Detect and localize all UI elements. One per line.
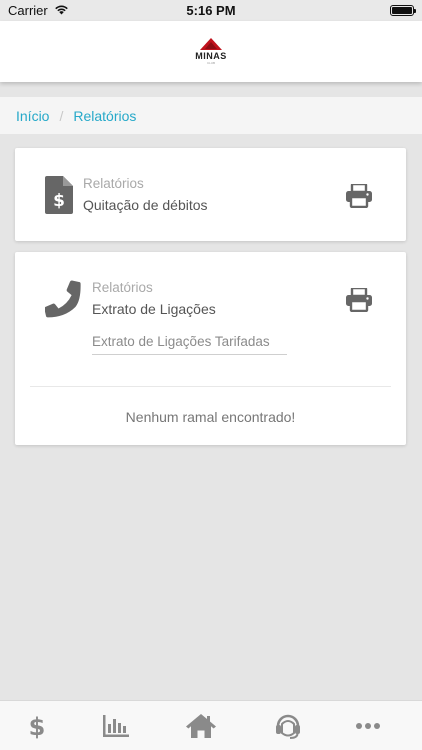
home-icon	[186, 714, 216, 738]
report-card-call-statement: Relatórios Extrato de Ligações Extrato d…	[15, 252, 406, 445]
breadcrumb: Início / Relatórios	[0, 97, 422, 134]
nav-finance[interactable]: $	[7, 701, 67, 750]
card-title: Quitação de débitos	[83, 197, 208, 213]
breadcrumb-separator: /	[59, 107, 64, 124]
nav-reports[interactable]	[86, 701, 146, 750]
svg-text:$: $	[53, 191, 65, 211]
wifi-icon	[54, 3, 69, 18]
printer-icon	[346, 182, 372, 209]
phone-icon	[44, 280, 81, 323]
divider	[30, 386, 391, 387]
logo-text: MINAS	[195, 51, 227, 61]
nav-home[interactable]	[171, 701, 231, 750]
logo-subtext: CLUB	[206, 61, 215, 65]
support-headset-icon	[276, 714, 300, 739]
empty-state-message: Nenhum ramal encontrado!	[125, 409, 296, 425]
invoice-dollar-icon: $	[45, 176, 73, 219]
logo-roof-icon	[200, 38, 222, 50]
bottom-nav: $	[0, 700, 422, 750]
printer-icon	[346, 286, 372, 313]
status-left: Carrier	[8, 3, 69, 18]
breadcrumb-reports-link[interactable]: Relatórios	[73, 108, 136, 124]
minas-club-logo: MINAS CLUB	[195, 38, 227, 65]
bar-chart-icon	[103, 715, 129, 737]
dollar-icon: $	[30, 713, 44, 739]
statement-type-select[interactable]: Extrato de Ligações Tarifadas	[92, 328, 287, 355]
print-button[interactable]	[346, 286, 372, 313]
card-category-label: Relatórios	[92, 280, 153, 295]
nav-support[interactable]	[258, 701, 318, 750]
select-value: Extrato de Ligações Tarifadas	[92, 333, 270, 349]
card-category-label: Relatórios	[83, 176, 144, 191]
battery-icon	[390, 5, 416, 16]
nav-more[interactable]	[338, 701, 398, 750]
status-bar: Carrier 5:16 PM	[0, 0, 422, 21]
breadcrumb-home-link[interactable]: Início	[16, 108, 49, 124]
print-button[interactable]	[346, 182, 372, 209]
report-card-debt-clearance[interactable]: $ Relatórios Quitação de débitos	[15, 148, 406, 241]
card-title: Extrato de Ligações	[92, 301, 216, 317]
svg-text:$: $	[30, 713, 44, 739]
carrier-label: Carrier	[8, 3, 48, 18]
more-icon	[356, 723, 380, 729]
app-header: MINAS CLUB	[0, 21, 422, 82]
